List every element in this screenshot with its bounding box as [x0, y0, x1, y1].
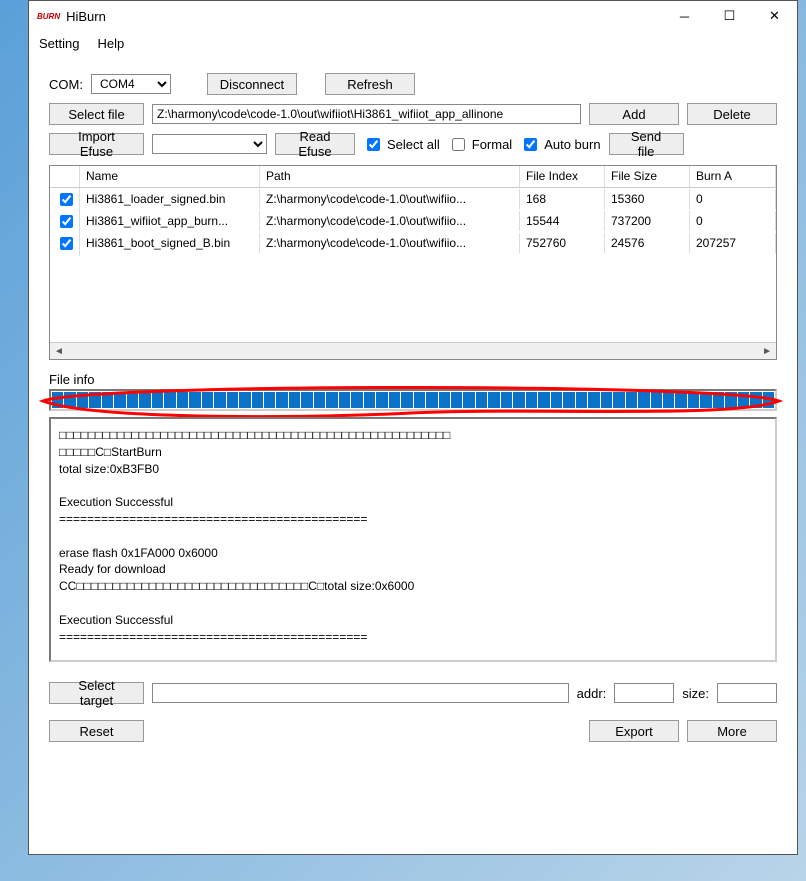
- cell-burn: 0: [690, 189, 776, 209]
- col-header-name[interactable]: Name: [80, 166, 260, 187]
- com-select[interactable]: COM4: [91, 74, 171, 94]
- select-all-input[interactable]: [367, 138, 380, 151]
- efuse-path-select[interactable]: [152, 134, 267, 154]
- file-path-input[interactable]: [152, 104, 581, 124]
- auto-burn-checkbox[interactable]: Auto burn: [520, 135, 600, 154]
- cell-index: 168: [520, 189, 605, 209]
- com-label: COM:: [49, 77, 83, 92]
- app-logo: BURN: [37, 12, 60, 21]
- h-scrollbar[interactable]: ◄ ►: [50, 342, 776, 359]
- scroll-right-icon[interactable]: ►: [758, 346, 776, 357]
- col-header-fileindex[interactable]: File Index: [520, 166, 605, 187]
- cell-size: 737200: [605, 211, 690, 231]
- auto-burn-input[interactable]: [524, 138, 537, 151]
- content-area: COM: COM4 Disconnect Refresh Select file…: [29, 55, 797, 854]
- size-label: size:: [682, 686, 709, 701]
- more-button[interactable]: More: [687, 720, 777, 742]
- table-row[interactable]: Hi3861_loader_signed.binZ:\harmony\code\…: [50, 188, 776, 210]
- cell-name: Hi3861_wifiiot_app_burn...: [80, 211, 260, 231]
- cell-path: Z:\harmony\code\code-1.0\out\wifiio...: [260, 233, 520, 253]
- reset-button[interactable]: Reset: [49, 720, 144, 742]
- delete-button[interactable]: Delete: [687, 103, 777, 125]
- row-checkbox[interactable]: [60, 237, 73, 250]
- minimize-button[interactable]: ─: [662, 2, 707, 30]
- cell-name: Hi3861_loader_signed.bin: [80, 189, 260, 209]
- menubar: Setting Help: [29, 31, 797, 55]
- import-efuse-button[interactable]: Import Efuse: [49, 133, 144, 155]
- addr-input[interactable]: [614, 683, 674, 703]
- log-output[interactable]: □□□□□□□□□□□□□□□□□□□□□□□□□□□□□□□□□□□□□□□□…: [49, 417, 777, 662]
- cell-path: Z:\harmony\code\code-1.0\out\wifiio...: [260, 211, 520, 231]
- cell-burn: 0: [690, 211, 776, 231]
- window-title: HiBurn: [66, 9, 662, 24]
- row-checkbox[interactable]: [60, 193, 73, 206]
- progress-container: [49, 389, 777, 411]
- cell-name: Hi3861_boot_signed_B.bin: [80, 233, 260, 253]
- progress-bar: [49, 389, 777, 411]
- select-all-checkbox[interactable]: Select all: [363, 135, 440, 154]
- table-row[interactable]: Hi3861_boot_signed_B.binZ:\harmony\code\…: [50, 232, 776, 254]
- size-input[interactable]: [717, 683, 777, 703]
- cell-index: 15544: [520, 211, 605, 231]
- refresh-button[interactable]: Refresh: [325, 73, 415, 95]
- export-button[interactable]: Export: [589, 720, 679, 742]
- add-button[interactable]: Add: [589, 103, 679, 125]
- close-button[interactable]: ✕: [752, 2, 797, 30]
- row-checkbox[interactable]: [60, 215, 73, 228]
- menu-help[interactable]: Help: [97, 36, 124, 51]
- cell-path: Z:\harmony\code\code-1.0\out\wifiio...: [260, 189, 520, 209]
- col-header-path[interactable]: Path: [260, 166, 520, 187]
- addr-label: addr:: [577, 686, 607, 701]
- read-efuse-button[interactable]: Read Efuse: [275, 133, 355, 155]
- app-window: BURN HiBurn ─ ☐ ✕ Setting Help COM: COM4…: [28, 0, 798, 855]
- cell-size: 24576: [605, 233, 690, 253]
- col-header-filesize[interactable]: File Size: [605, 166, 690, 187]
- disconnect-button[interactable]: Disconnect: [207, 73, 297, 95]
- col-header-check[interactable]: [50, 166, 80, 187]
- formal-checkbox[interactable]: Formal: [448, 135, 512, 154]
- target-input[interactable]: [152, 683, 569, 703]
- select-file-button[interactable]: Select file: [49, 103, 144, 125]
- send-file-button[interactable]: Send file: [609, 133, 684, 155]
- col-header-burnaddr[interactable]: Burn A: [690, 166, 776, 187]
- desktop-background: [0, 0, 30, 881]
- menu-setting[interactable]: Setting: [39, 36, 79, 51]
- maximize-button[interactable]: ☐: [707, 2, 752, 30]
- file-info-label: File info: [49, 372, 777, 387]
- formal-input[interactable]: [452, 138, 465, 151]
- cell-burn: 207257: [690, 233, 776, 253]
- scroll-left-icon[interactable]: ◄: [50, 346, 68, 357]
- cell-index: 752760: [520, 233, 605, 253]
- titlebar: BURN HiBurn ─ ☐ ✕: [29, 1, 797, 31]
- cell-size: 15360: [605, 189, 690, 209]
- table-row[interactable]: Hi3861_wifiiot_app_burn...Z:\harmony\cod…: [50, 210, 776, 232]
- select-target-button[interactable]: Select target: [49, 682, 144, 704]
- file-table: Name Path File Index File Size Burn A Hi…: [49, 165, 777, 360]
